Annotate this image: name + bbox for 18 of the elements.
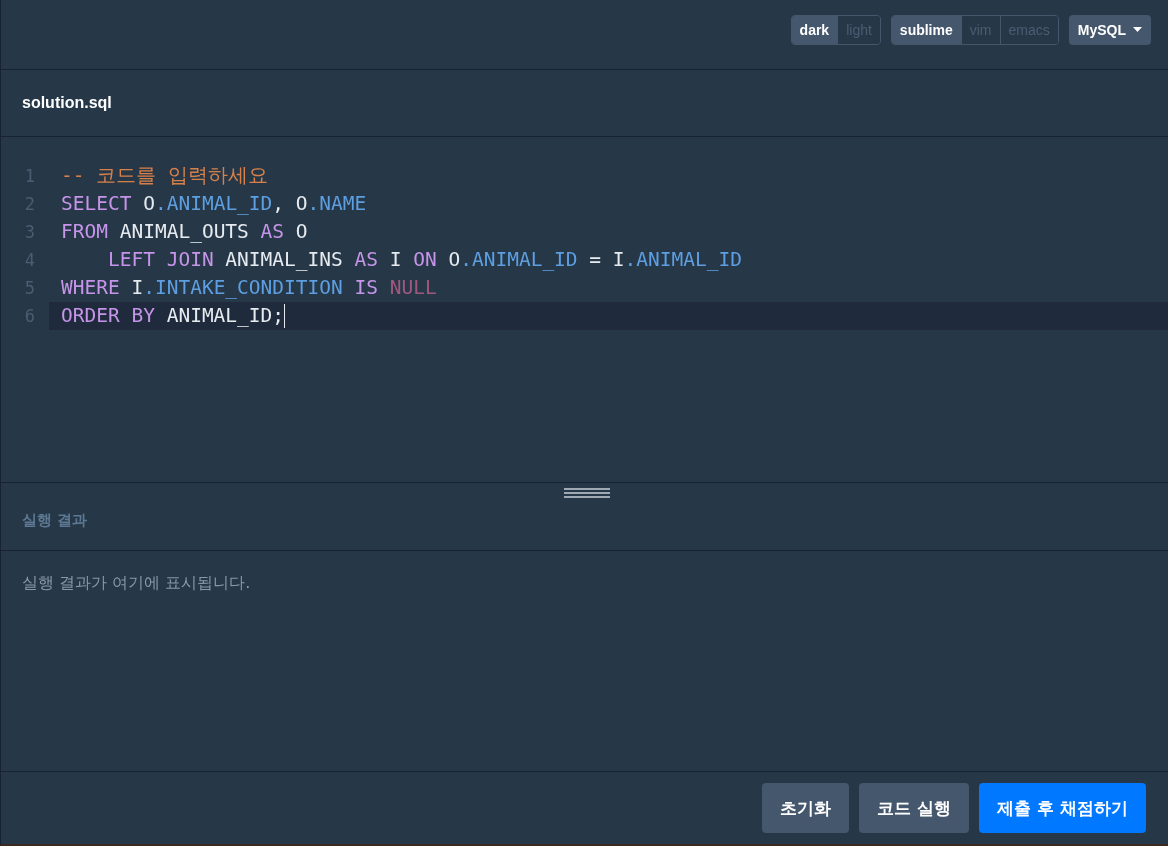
resize-handle-icon[interactable] [564, 487, 610, 499]
action-button[interactable]: 초기화 [762, 783, 850, 833]
caret-icon [1133, 27, 1142, 32]
text-cursor [284, 304, 286, 328]
code-line: LEFT JOIN ANIMAL_INS AS I ON O.ANIMAL_ID = I.ANIMAL_ID [106, 247, 742, 273]
toggle-option[interactable]: dark [791, 15, 838, 44]
result-title: 실행 결과 [22, 510, 88, 530]
action-button[interactable]: 제출 후 채점하기 [979, 783, 1146, 833]
code-line: FROM ANIMAL_OUTS AS O [61, 219, 308, 245]
code-line: SELECT O.ANIMAL_ID, O.NAME [61, 191, 367, 217]
toggle-option[interactable]: sublime [891, 15, 961, 44]
result-message: 실행 결과가 여기에 표시됩니다. [22, 573, 251, 592]
code-line: ORDER BY ANIMAL_ID; [61, 303, 285, 329]
code-line: -- 코드를 입력하세요 [61, 163, 268, 189]
code-line: WHERE I.INTAKE_CONDITION IS NULL [61, 275, 437, 301]
language-dropdown[interactable]: MySQL [1068, 14, 1151, 45]
action-button[interactable]: 코드 실행 [859, 783, 970, 833]
file-tab[interactable]: solution.sql [22, 94, 112, 112]
